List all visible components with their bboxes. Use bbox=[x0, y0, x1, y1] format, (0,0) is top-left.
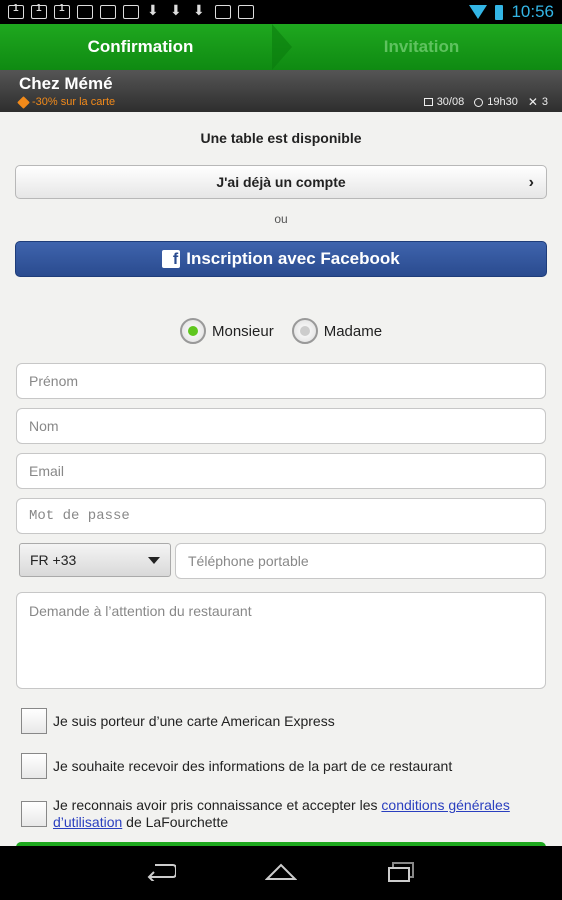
status-clock: 10:56 bbox=[511, 2, 554, 21]
availability-message: Une table est disponible bbox=[200, 130, 362, 146]
download-icon bbox=[192, 2, 208, 19]
booking-time: 19h30 bbox=[474, 96, 518, 108]
terms-checkbox[interactable] bbox=[21, 801, 47, 827]
booking-details: 30/08 19h30 ✕ 3 bbox=[423, 96, 548, 108]
radio-unselected-icon[interactable] bbox=[291, 318, 318, 344]
facebook-signup-button[interactable]: f Inscription avec Facebook bbox=[15, 241, 547, 277]
or-separator: ou bbox=[274, 212, 288, 226]
newsletter-checkbox-label: Je souhaite recevoir des informations de… bbox=[53, 758, 453, 774]
download-done-icon bbox=[77, 5, 93, 19]
status-bar: 10:56 bbox=[0, 0, 562, 24]
restaurant-name: Chez Mémé bbox=[19, 74, 113, 93]
step-tabs: Confirmation Invitation bbox=[0, 24, 562, 70]
restaurant-request-textarea[interactable] bbox=[16, 592, 546, 689]
tab-invitation[interactable]: Invitation bbox=[281, 24, 562, 70]
step-arrow bbox=[272, 24, 292, 70]
email-input[interactable] bbox=[16, 453, 546, 489]
calendar-icon bbox=[423, 98, 433, 106]
existing-account-button[interactable]: J'ai déjà un compte › bbox=[15, 165, 547, 199]
clock-icon bbox=[474, 97, 484, 107]
checklist-icon bbox=[215, 5, 231, 19]
chevron-right-icon: › bbox=[528, 174, 534, 191]
promo: -30% sur la carte bbox=[17, 95, 116, 109]
terms-checkbox-row[interactable]: Je reconnais avoir pris connaissance et … bbox=[21, 797, 543, 831]
camera-icon bbox=[238, 5, 254, 19]
amex-checkbox-row[interactable]: Je suis porteur d’une carte American Exp… bbox=[21, 708, 335, 734]
home-icon[interactable] bbox=[265, 861, 297, 881]
download-icon bbox=[169, 2, 185, 19]
radio-monsieur-label: Monsieur bbox=[212, 322, 274, 340]
gallery-icon bbox=[100, 5, 116, 19]
promo-label: -30% sur la carte bbox=[32, 96, 116, 108]
booking-form: Une table est disponible J'ai déjà un co… bbox=[0, 112, 562, 850]
mail-icon bbox=[123, 5, 139, 19]
booking-date-value: 30/08 bbox=[436, 96, 465, 108]
facebook-signup-label: Inscription avec Facebook bbox=[186, 249, 400, 268]
booking-time-value: 19h30 bbox=[487, 96, 518, 108]
notification-icon bbox=[54, 3, 70, 19]
radio-madame[interactable]: Madame bbox=[291, 318, 383, 344]
booking-date: 30/08 bbox=[423, 96, 465, 108]
booking-people: ✕ 3 bbox=[528, 96, 548, 108]
terms-prefix: Je reconnais avoir pris connaissance et … bbox=[53, 797, 382, 813]
booking-people-value: 3 bbox=[541, 96, 548, 108]
tag-icon bbox=[17, 95, 30, 109]
existing-account-label: J'ai déjà un compte bbox=[216, 174, 346, 190]
radio-monsieur[interactable]: Monsieur bbox=[180, 318, 274, 344]
battery-icon bbox=[495, 4, 504, 20]
terms-suffix: de LaFourchette bbox=[122, 814, 229, 830]
people-icon: ✕ bbox=[527, 95, 538, 109]
amex-checkbox[interactable] bbox=[21, 708, 47, 734]
back-icon[interactable] bbox=[146, 861, 176, 881]
download-icon bbox=[146, 2, 162, 19]
facebook-icon: f bbox=[162, 250, 181, 268]
notification-icon bbox=[8, 3, 24, 19]
recent-apps-icon[interactable] bbox=[387, 861, 415, 883]
system-nav-bar bbox=[0, 846, 562, 900]
dropdown-arrow-icon bbox=[148, 556, 160, 564]
notification-icons bbox=[0, 2, 254, 19]
radio-selected-icon[interactable] bbox=[180, 318, 206, 344]
newsletter-checkbox[interactable] bbox=[21, 753, 47, 779]
first-name-input[interactable] bbox=[16, 363, 546, 399]
newsletter-checkbox-row[interactable]: Je souhaite recevoir des informations de… bbox=[21, 753, 452, 779]
tab-confirmation[interactable]: Confirmation bbox=[0, 24, 281, 70]
notification-icon bbox=[31, 3, 47, 19]
country-code-value: FR +33 bbox=[30, 552, 77, 568]
country-code-select[interactable]: FR +33 bbox=[19, 543, 171, 577]
terms-checkbox-label: Je reconnais avoir pris connaissance et … bbox=[53, 797, 543, 831]
wifi-icon bbox=[469, 5, 488, 19]
radio-madame-label: Madame bbox=[323, 322, 383, 340]
last-name-input[interactable] bbox=[16, 408, 546, 444]
restaurant-header: Chez Mémé -30% sur la carte 30/08 19h30 … bbox=[0, 70, 562, 112]
amex-checkbox-label: Je suis porteur d’une carte American Exp… bbox=[53, 713, 335, 729]
phone-input[interactable] bbox=[175, 543, 546, 579]
password-input[interactable] bbox=[16, 498, 546, 534]
title-radio-group: Monsieur Madame bbox=[180, 318, 382, 344]
